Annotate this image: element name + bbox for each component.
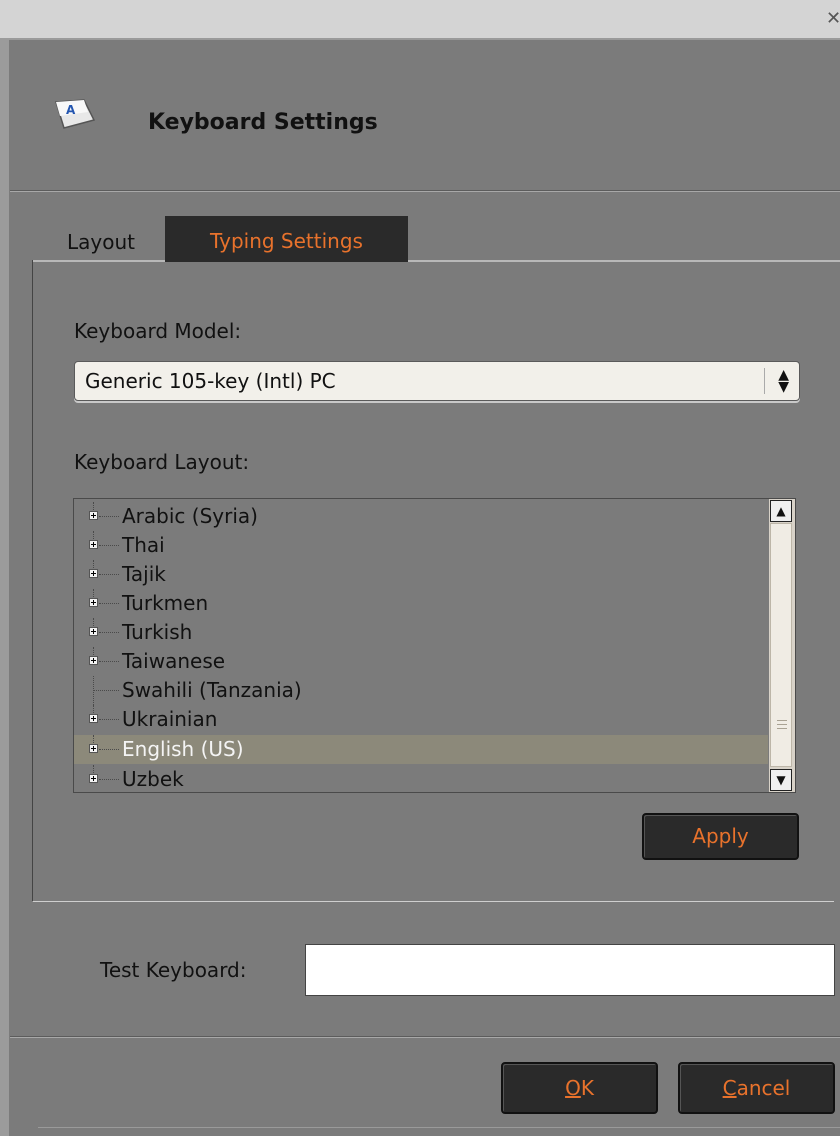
cancel-button[interactable]: Cancel bbox=[678, 1062, 835, 1114]
window-bottom-edge bbox=[38, 1127, 840, 1128]
expand-icon[interactable] bbox=[89, 511, 98, 520]
expand-icon[interactable] bbox=[89, 540, 98, 549]
keyboard-model-select[interactable]: Generic 105-key (Intl) PC ▲ ▼ bbox=[74, 361, 800, 401]
window-titlebar: ✕ bbox=[0, 0, 840, 40]
dialog-title: Keyboard Settings bbox=[148, 110, 378, 135]
svg-text:A: A bbox=[66, 103, 76, 117]
footer-separator bbox=[10, 1036, 840, 1038]
list-scrollbar[interactable]: ▲ ▼ bbox=[769, 499, 795, 792]
keyboard-layout-label: Keyboard Layout: bbox=[74, 450, 250, 474]
window-left-edge bbox=[0, 38, 9, 1136]
list-item[interactable]: Turkmen bbox=[74, 589, 768, 618]
expand-icon[interactable] bbox=[89, 627, 98, 636]
test-keyboard-input[interactable] bbox=[305, 944, 835, 996]
tab-layout[interactable]: Layout bbox=[45, 222, 157, 262]
list-item[interactable]: Arabic (Syria) bbox=[74, 502, 768, 531]
tab-typing-settings[interactable]: Typing Settings bbox=[165, 216, 408, 262]
header-separator bbox=[10, 190, 840, 192]
ok-label-rest: K bbox=[580, 1076, 594, 1100]
close-icon[interactable]: ✕ bbox=[826, 8, 840, 30]
dialog-header bbox=[0, 40, 840, 190]
cancel-mnemonic: C bbox=[722, 1076, 737, 1100]
test-keyboard-label: Test Keyboard: bbox=[100, 958, 247, 982]
keyboard-model-value: Generic 105-key (Intl) PC bbox=[85, 369, 336, 393]
list-item[interactable]: Swahili (Tanzania) bbox=[74, 676, 768, 705]
expand-icon[interactable] bbox=[89, 774, 98, 783]
updown-arrows-icon: ▲ ▼ bbox=[778, 367, 789, 395]
list-item[interactable]: Thai bbox=[74, 531, 768, 560]
list-item-selected[interactable]: English (US) bbox=[74, 735, 768, 764]
list-item[interactable]: Uzbek bbox=[74, 765, 768, 792]
keyboard-key-icon: A bbox=[55, 99, 96, 129]
list-item[interactable]: Ukrainian bbox=[74, 705, 768, 734]
list-item[interactable]: Turkish bbox=[74, 618, 768, 647]
ok-mnemonic: O bbox=[565, 1076, 581, 1100]
scroll-thumb[interactable] bbox=[770, 523, 792, 767]
list-item[interactable]: Taiwanese bbox=[74, 647, 768, 676]
expand-icon[interactable] bbox=[89, 598, 98, 607]
scroll-up-icon[interactable]: ▲ bbox=[770, 500, 792, 522]
list-item[interactable]: Tajik bbox=[74, 560, 768, 589]
scroll-down-icon[interactable]: ▼ bbox=[770, 769, 792, 791]
keyboard-model-label: Keyboard Model: bbox=[74, 319, 242, 343]
cancel-label-rest: ancel bbox=[736, 1076, 791, 1100]
keyboard-layout-tree[interactable]: Arabic (Syria) Thai Tajik Turkmen Turkis… bbox=[73, 498, 796, 793]
expand-icon[interactable] bbox=[89, 569, 98, 578]
ok-button[interactable]: OK bbox=[501, 1062, 658, 1114]
expand-icon[interactable] bbox=[89, 744, 98, 753]
expand-icon[interactable] bbox=[89, 714, 98, 723]
expand-icon[interactable] bbox=[89, 656, 98, 665]
apply-button[interactable]: Apply bbox=[642, 813, 799, 860]
